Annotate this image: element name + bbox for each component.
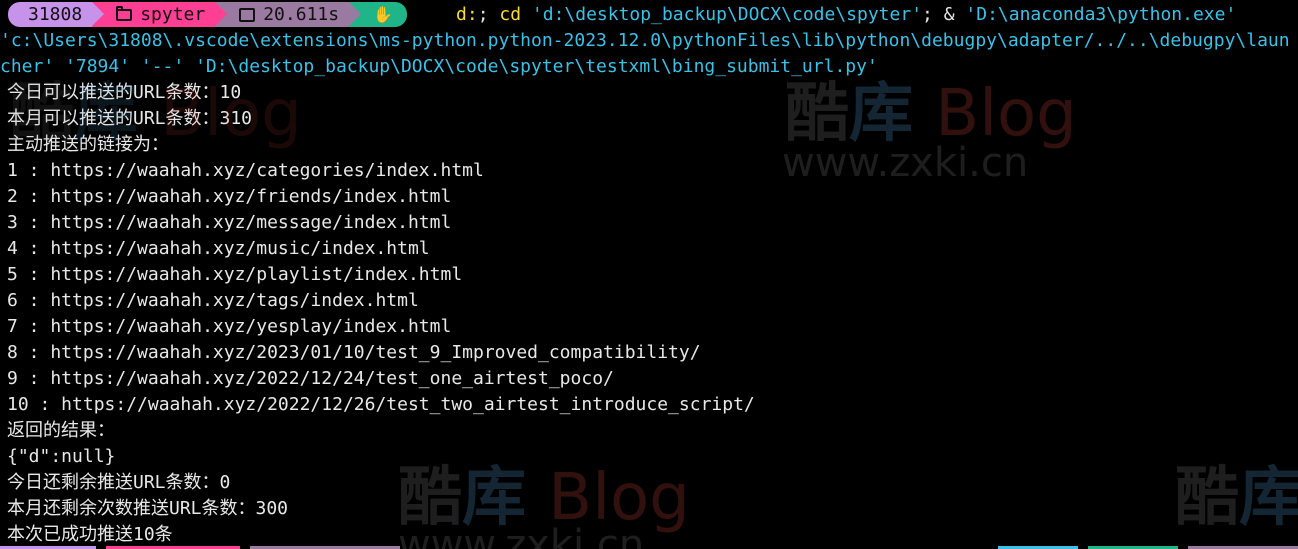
program-output: 今日可以推送的URL条数：10 本月可以推送的URL条数：310 主动推送的链接… <box>7 80 1297 548</box>
prompt-bar: 31808 spyter 20.611s ✋ <box>8 2 407 27</box>
prompt-folder-segment: spyter <box>92 2 228 27</box>
output-line: 9 : https://waahah.xyz/2022/12/24/test_o… <box>7 368 614 389</box>
command-cd-path: 'd:\desktop_backup\DOCX\code\spyter' <box>521 4 923 25</box>
output-line: 本月还剩余次数推送URL条数：300 <box>7 498 289 519</box>
output-line: 本次已成功推送10条 <box>7 524 173 545</box>
prompt-folder: spyter <box>140 4 206 25</box>
terminal-window[interactable]: d:; cd 'd:\desktop_backup\DOCX\code\spyt… <box>0 0 1298 549</box>
output-line: 3 : https://waahah.xyz/message/index.htm… <box>7 212 452 233</box>
output-line: 本月可以推送的URL条数：310 <box>7 108 253 129</box>
output-line: 主动推送的链接为： <box>7 134 169 155</box>
command-drive: d: <box>456 4 478 25</box>
output-line: 6 : https://waahah.xyz/tags/index.html <box>7 290 419 311</box>
output-line: 5 : https://waahah.xyz/playlist/index.ht… <box>7 264 463 285</box>
command-separator: ; <box>477 4 500 25</box>
output-line: 今日还剩余推送URL条数：0 <box>7 472 231 493</box>
prompt-elapsed: 20.611s <box>263 4 340 25</box>
output-line: 7 : https://waahah.xyz/yesplay/index.htm… <box>7 316 452 337</box>
output-line: 1 : https://waahah.xyz/categories/index.… <box>7 160 484 181</box>
timer-icon <box>239 7 256 22</box>
command-call-operator: ; & <box>922 4 966 25</box>
prompt-time-segment: 20.611s <box>215 2 361 27</box>
output-line: 2 : https://waahah.xyz/friends/index.htm… <box>7 186 452 207</box>
prompt-user: 31808 <box>28 4 83 25</box>
output-line: 今日可以推送的URL条数：10 <box>7 82 242 103</box>
folder-icon <box>116 5 133 21</box>
output-line: {"d":null} <box>7 446 116 467</box>
command-cd: cd <box>499 4 522 25</box>
output-line: 返回的结果： <box>7 420 115 441</box>
output-line: 10 : https://waahah.xyz/2022/12/26/test_… <box>7 394 755 415</box>
output-line: 4 : https://waahah.xyz/music/index.html <box>7 238 430 259</box>
hand-icon: ✋ <box>373 5 393 24</box>
output-line: 8 : https://waahah.xyz/2023/01/10/test_9… <box>7 342 701 363</box>
prompt-user-segment: 31808 <box>8 2 105 27</box>
